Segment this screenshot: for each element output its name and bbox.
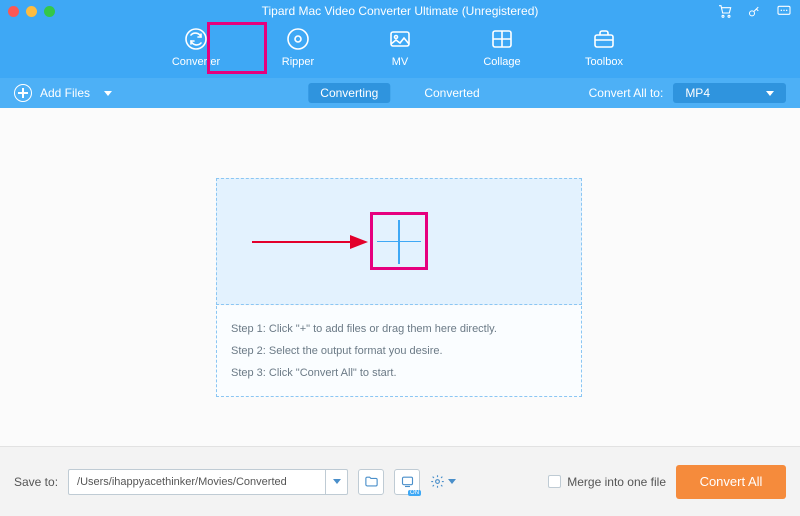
drop-zone[interactable] <box>216 178 582 305</box>
nav-collage[interactable]: Collage <box>472 26 532 68</box>
chevron-down-icon <box>448 479 456 484</box>
save-path-field[interactable] <box>68 469 348 495</box>
minimize-window-button[interactable] <box>26 6 37 17</box>
nav-label: MV <box>392 56 409 68</box>
cart-icon[interactable] <box>717 3 733 19</box>
instructions-panel: Step 1: Click "+" to add files or drag t… <box>216 306 582 397</box>
save-to-label: Save to: <box>14 475 58 489</box>
convert-all-to-label: Convert All to: <box>589 86 664 100</box>
main-area: Step 1: Click "+" to add files or drag t… <box>0 108 800 446</box>
output-format-select[interactable]: MP4 <box>673 83 786 103</box>
close-window-button[interactable] <box>8 6 19 17</box>
mv-icon <box>387 26 413 52</box>
add-file-plus-button[interactable] <box>377 220 421 264</box>
save-path-input[interactable] <box>69 476 325 488</box>
titlebar-actions <box>717 3 792 19</box>
tab-converting[interactable]: Converting <box>308 83 390 103</box>
open-folder-button[interactable] <box>358 469 384 495</box>
toolbox-icon <box>591 26 617 52</box>
nav-mv[interactable]: MV <box>370 26 430 68</box>
chevron-down-icon <box>333 479 341 484</box>
plus-circle-icon <box>14 84 32 102</box>
step-2: Step 2: Select the output format you des… <box>231 340 567 362</box>
status-tabs: Converting Converted <box>308 83 491 103</box>
chevron-down-icon <box>104 91 112 96</box>
converter-icon <box>183 26 209 52</box>
step-3: Step 3: Click "Convert All" to start. <box>231 362 567 384</box>
window-controls <box>8 6 55 17</box>
tab-converted[interactable]: Converted <box>412 83 491 103</box>
output-format-value: MP4 <box>685 86 710 100</box>
merge-checkbox[interactable]: Merge into one file <box>548 475 666 489</box>
convert-all-button[interactable]: Convert All <box>676 465 786 499</box>
nav-label: Converter <box>172 56 220 68</box>
merge-label: Merge into one file <box>567 475 666 489</box>
on-badge: ON <box>408 490 421 496</box>
key-icon[interactable] <box>747 4 762 19</box>
nav-label: Collage <box>483 56 520 68</box>
ripper-icon <box>285 26 311 52</box>
chevron-down-icon <box>766 91 774 96</box>
zoom-window-button[interactable] <box>44 6 55 17</box>
nav-label: Toolbox <box>585 56 623 68</box>
nav-toolbox[interactable]: Toolbox <box>574 26 634 68</box>
window-title: Tipard Mac Video Converter Ultimate (Unr… <box>0 4 800 18</box>
gpu-accel-button[interactable]: ON <box>394 469 420 495</box>
nav-label: Ripper <box>282 56 314 68</box>
add-files-label: Add Files <box>40 86 90 100</box>
titlebar: Tipard Mac Video Converter Ultimate (Unr… <box>0 0 800 22</box>
add-files-button[interactable]: Add Files <box>14 84 112 102</box>
step-1: Step 1: Click "+" to add files or drag t… <box>231 318 567 340</box>
sub-toolbar: Add Files Converting Converted Convert A… <box>0 78 800 108</box>
save-path-dropdown[interactable] <box>325 470 347 494</box>
main-nav: Converter Ripper MV Collage Toolbox <box>0 22 800 78</box>
nav-ripper[interactable]: Ripper <box>268 26 328 68</box>
nav-converter[interactable]: Converter <box>166 26 226 68</box>
settings-button[interactable] <box>430 469 456 495</box>
feedback-icon[interactable] <box>776 3 792 19</box>
checkbox-icon <box>548 475 561 488</box>
footer-bar: Save to: ON Merge into one file Convert … <box>0 446 800 516</box>
collage-icon <box>489 26 515 52</box>
convert-all-to: Convert All to: MP4 <box>589 83 786 103</box>
